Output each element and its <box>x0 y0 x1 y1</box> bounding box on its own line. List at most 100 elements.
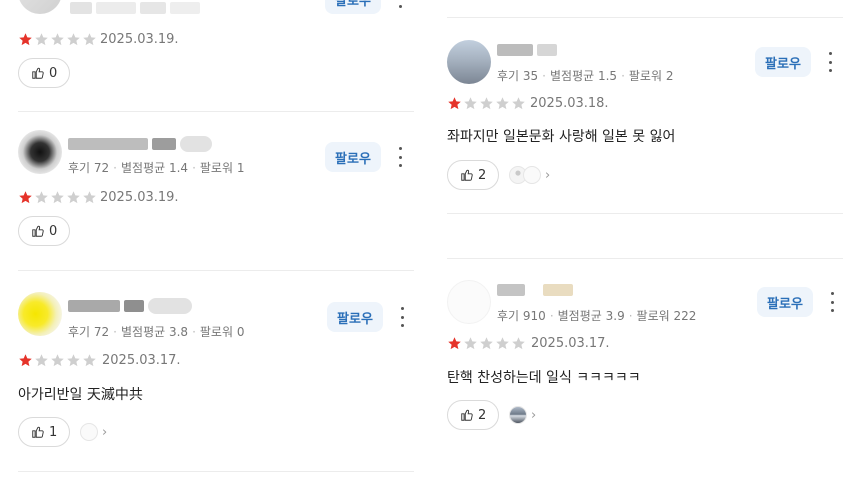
star-rating <box>18 190 97 205</box>
review-text: 탄핵 찬성하는데 일식 ㅋㅋㅋㅋㅋ <box>447 370 641 386</box>
star-empty-icon <box>496 337 509 350</box>
nickname-blurred[interactable] <box>70 2 200 14</box>
avatar[interactable] <box>18 0 62 14</box>
review-count: 후기 35 <box>497 69 539 83</box>
avatar[interactable] <box>447 280 491 324</box>
star-rating <box>447 96 526 111</box>
like-button[interactable]: 2 <box>447 400 500 430</box>
like-count: 0 <box>49 65 58 81</box>
like-count: 0 <box>49 223 58 239</box>
rating-average: 별점평균 1.5 <box>550 69 618 83</box>
review-date: 2025.03.17. <box>531 336 610 351</box>
thumbs-up-icon <box>32 67 44 79</box>
reviewer-stats: 후기 72 · 별점평균 3.8 · 팔로워 0 <box>68 325 245 339</box>
star-empty-icon <box>480 97 493 110</box>
nickname-blurred[interactable] <box>497 284 573 296</box>
star-empty-icon <box>35 354 48 367</box>
star-empty-icon <box>464 337 477 350</box>
star-empty-icon <box>83 33 96 46</box>
avatar[interactable] <box>18 130 62 174</box>
star-empty-icon <box>496 97 509 110</box>
review-date: 2025.03.19. <box>100 32 179 47</box>
divider <box>18 471 414 472</box>
divider <box>447 17 843 18</box>
star-empty-icon <box>512 97 525 110</box>
liker-avatar <box>523 166 541 184</box>
follow-button[interactable]: 팔로우 <box>755 47 811 77</box>
star-empty-icon <box>35 33 48 46</box>
star-empty-icon <box>464 97 477 110</box>
review-card: 후기 72 · 별점평균 1.4 · 팔로워 1 팔로우 2025.03.19. 0 <box>18 130 414 270</box>
rating-average: 별점평균 3.8 <box>121 325 189 339</box>
likers-preview[interactable]: › <box>509 166 550 184</box>
nickname-blurred[interactable] <box>497 44 557 56</box>
follow-button[interactable]: 팔로우 <box>325 142 381 172</box>
review-count: 후기 72 <box>68 161 110 175</box>
follow-button[interactable]: 팔로우 <box>327 302 383 332</box>
review-card: 후기 35 · 별점평균 1.5 · 팔로워 2 팔로우 2025.03.18. 좌파지… <box>447 40 843 210</box>
reviewer-stats: 후기 35 · 별점평균 1.5 · 팔로워 2 <box>497 69 674 83</box>
chevron-right-icon: › <box>531 407 537 423</box>
liker-avatar <box>80 423 98 441</box>
star-rating <box>447 336 526 351</box>
star-rating <box>18 353 97 368</box>
reviewer-stats: 후기 910 · 별점평균 3.9 · 팔로워 222 <box>497 309 697 323</box>
follower-count: 팔로워 2 <box>628 69 674 83</box>
review-text: 좌파지만 일본문화 사랑해 일본 못 잃어 <box>447 129 676 145</box>
review-count: 후기 72 <box>68 325 110 339</box>
liker-avatar <box>509 406 527 424</box>
follow-button[interactable]: 팔로우 <box>757 287 813 317</box>
nickname-blurred[interactable] <box>68 136 212 152</box>
avatar[interactable] <box>18 292 62 336</box>
star-empty-icon <box>83 354 96 367</box>
star-empty-icon <box>480 337 493 350</box>
follow-button[interactable]: 팔로우 <box>325 0 381 14</box>
star-empty-icon <box>67 354 80 367</box>
nickname-blurred[interactable] <box>68 298 192 314</box>
star-filled-icon <box>19 33 32 46</box>
star-empty-icon <box>67 33 80 46</box>
star-empty-icon <box>83 191 96 204</box>
rating-average: 별점평균 3.9 <box>557 309 625 323</box>
review-date: 2025.03.19. <box>100 190 179 205</box>
thumbs-up-icon <box>461 169 473 181</box>
like-count: 2 <box>478 407 487 423</box>
review-column-right: 후기 35 · 별점평균 1.5 · 팔로워 2 팔로우 2025.03.18. 좌파지… <box>447 0 843 484</box>
divider <box>18 111 414 112</box>
review-card: 팔로우 2025.03.19. 0 <box>18 0 414 110</box>
more-options-icon[interactable] <box>395 147 405 167</box>
star-empty-icon <box>51 191 64 204</box>
star-empty-icon <box>67 191 80 204</box>
like-button[interactable]: 0 <box>18 58 71 88</box>
star-empty-icon <box>35 191 48 204</box>
more-options-icon[interactable] <box>827 292 837 312</box>
star-rating <box>18 32 97 47</box>
review-count: 후기 910 <box>497 309 546 323</box>
more-options-icon[interactable] <box>825 52 835 72</box>
more-options-icon[interactable] <box>397 307 407 327</box>
review-date: 2025.03.17. <box>102 353 181 368</box>
like-button[interactable]: 1 <box>18 417 71 447</box>
like-count: 1 <box>49 424 58 440</box>
like-button[interactable]: 0 <box>18 216 71 246</box>
like-button[interactable]: 2 <box>447 160 500 190</box>
rating-average: 별점평균 1.4 <box>121 161 189 175</box>
star-filled-icon <box>448 337 461 350</box>
thumbs-up-icon <box>32 225 44 237</box>
more-options-icon[interactable] <box>395 0 405 8</box>
likers-preview[interactable]: › <box>80 423 107 441</box>
divider <box>18 270 414 271</box>
divider <box>447 213 843 214</box>
reviewer-stats: 후기 72 · 별점평균 1.4 · 팔로워 1 <box>68 161 245 175</box>
thumbs-up-icon <box>461 409 473 421</box>
star-empty-icon <box>512 337 525 350</box>
star-empty-icon <box>51 33 64 46</box>
avatar[interactable] <box>447 40 491 84</box>
review-card: 후기 72 · 별점평균 3.8 · 팔로워 0 팔로우 2025.03.17. 아가리… <box>18 292 414 472</box>
like-count: 2 <box>478 167 487 183</box>
likers-preview[interactable]: › <box>509 406 536 424</box>
star-filled-icon <box>19 354 32 367</box>
divider <box>447 258 843 259</box>
review-card: 후기 910 · 별점평균 3.9 · 팔로워 222 팔로우 2025.03.17. … <box>447 280 843 470</box>
review-date: 2025.03.18. <box>530 96 609 111</box>
